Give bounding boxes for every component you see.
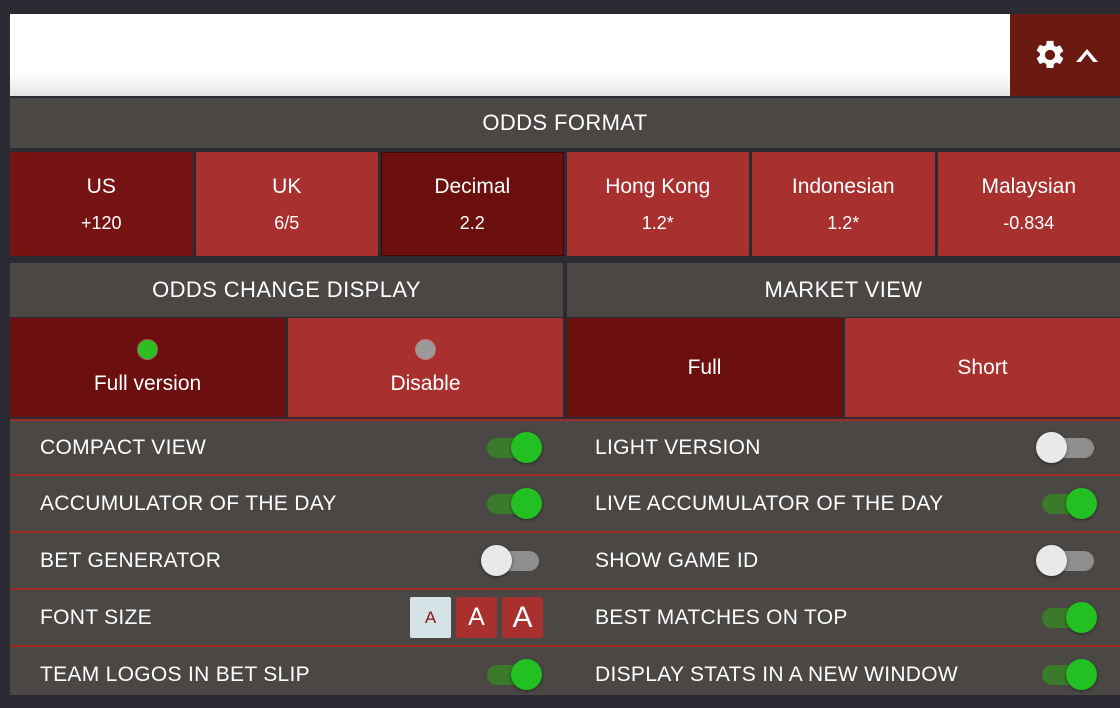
odds-change-option-label: Disable [390, 371, 461, 395]
toggle-knob [1066, 601, 1097, 633]
toggle-knob [1066, 487, 1097, 519]
odds-format-header: ODDS FORMAT [10, 98, 1120, 148]
toggle-accumulator-of-the-day[interactable] [483, 487, 543, 519]
market-view-option-label: Full [687, 355, 722, 379]
chevron-up-icon [1075, 48, 1098, 63]
odds-format-option-uk[interactable]: UK 6/5 [195, 152, 378, 256]
odds-format-option-name: Hong Kong [605, 174, 711, 198]
font-size-medium-button[interactable]: A [456, 597, 497, 638]
odds-format-option-value: 6/5 [274, 212, 300, 233]
odds-format-option-decimal[interactable]: Decimal 2.2 [381, 152, 564, 256]
odds-format-option-hong-kong[interactable]: Hong Kong 1.2* [566, 152, 749, 256]
toggle-knob [511, 658, 542, 690]
settings-panel: ODDS FORMAT US +120 UK 6/5 Decimal 2.2 H… [0, 0, 1120, 708]
toggle-knob [511, 431, 542, 463]
setting-label: LIVE ACCUMULATOR OF THE DAY [595, 491, 944, 515]
toggle-show-game-id[interactable] [1036, 544, 1098, 576]
odds-format-option-name: Decimal [434, 174, 511, 198]
odds-format-option-value: +120 [80, 212, 122, 233]
setting-font-size: FONT SIZE A A A [10, 590, 565, 645]
font-size-small-button[interactable]: A [410, 597, 451, 638]
odds-format-option-malaysian[interactable]: Malaysian -0.834 [937, 152, 1120, 256]
odds-format-option-value: 1.2* [641, 212, 674, 233]
odds-change-display-options: Full version Disable [10, 318, 563, 417]
secondary-options: Full version Disable Full Short [10, 318, 1120, 417]
odds-format-option-indonesian[interactable]: Indonesian 1.2* [752, 152, 935, 256]
top-bar [10, 14, 1120, 96]
odds-format-option-us[interactable]: US +120 [10, 152, 193, 256]
toggle-knob [1066, 658, 1097, 690]
setting-team-logos-in-bet-slip[interactable]: TEAM LOGOS IN BET SLIP [10, 647, 565, 695]
setting-show-game-id[interactable]: SHOW GAME ID [565, 533, 1120, 588]
toggle-knob [511, 487, 542, 519]
settings-row: ACCUMULATOR OF THE DAY LIVE ACCUMULATOR … [10, 476, 1120, 533]
odds-format-title: ODDS FORMAT [482, 110, 648, 135]
toggle-team-logos-in-bet-slip[interactable] [483, 658, 543, 690]
radio-off-icon [416, 339, 435, 359]
toggle-best-matches-on-top[interactable] [1038, 601, 1098, 633]
setting-label: LIGHT VERSION [595, 435, 761, 459]
secondary-headers: ODDS CHANGE DISPLAY MARKET VIEW [10, 263, 1120, 317]
odds-format-option-value: 2.2 [459, 212, 485, 233]
setting-display-stats-in-a-new-window[interactable]: DISPLAY STATS IN A NEW WINDOW [565, 647, 1120, 695]
settings-row: FONT SIZE A A A BEST MATCHES ON TOP [10, 590, 1120, 647]
setting-label: TEAM LOGOS IN BET SLIP [40, 662, 310, 686]
setting-label: COMPACT VIEW [40, 435, 207, 459]
odds-change-display-header: ODDS CHANGE DISPLAY [10, 263, 563, 317]
odds-change-option-disable[interactable]: Disable [288, 318, 563, 417]
toggle-display-stats-in-a-new-window[interactable] [1038, 658, 1098, 690]
market-view-option-short[interactable]: Short [845, 318, 1120, 417]
setting-label: BET GENERATOR [40, 548, 222, 572]
odds-format-option-name: Malaysian [981, 174, 1077, 198]
toggle-knob [1036, 544, 1067, 576]
setting-label: SHOW GAME ID [595, 548, 759, 572]
top-bar-content-area [10, 14, 1010, 96]
radio-on-icon [138, 339, 157, 359]
toggle-light-version[interactable] [1036, 431, 1098, 463]
setting-live-accumulator-of-the-day[interactable]: LIVE ACCUMULATOR OF THE DAY [565, 476, 1120, 531]
odds-format-option-value: 1.2* [827, 212, 860, 233]
market-view-option-label: Short [957, 355, 1008, 379]
toggle-compact-view[interactable] [483, 431, 543, 463]
settings-toggle-list: COMPACT VIEW LIGHT VERSION ACCUMULATOR O… [10, 419, 1120, 695]
toggle-live-accumulator-of-the-day[interactable] [1038, 487, 1098, 519]
setting-bet-generator[interactable]: BET GENERATOR [10, 533, 565, 588]
market-view-option-full[interactable]: Full [567, 318, 842, 417]
market-view-title: MARKET VIEW [764, 277, 923, 302]
setting-compact-view[interactable]: COMPACT VIEW [10, 421, 565, 474]
setting-light-version[interactable]: LIGHT VERSION [565, 421, 1120, 474]
setting-best-matches-on-top[interactable]: BEST MATCHES ON TOP [565, 590, 1120, 645]
odds-format-option-name: US [86, 174, 116, 198]
toggle-knob [1036, 431, 1067, 463]
gear-icon [1033, 38, 1067, 72]
market-view-options: Full Short [567, 318, 1120, 417]
setting-label: ACCUMULATOR OF THE DAY [40, 491, 337, 515]
font-size-large-button[interactable]: A [502, 597, 543, 638]
setting-label: FONT SIZE [40, 605, 152, 629]
odds-format-options: US +120 UK 6/5 Decimal 2.2 Hong Kong 1.2… [10, 152, 1120, 256]
settings-row: COMPACT VIEW LIGHT VERSION [10, 419, 1120, 476]
bottom-edge [0, 695, 1120, 708]
toggle-knob [481, 544, 512, 576]
odds-change-display-title: ODDS CHANGE DISPLAY [152, 277, 421, 302]
odds-change-option-full-version[interactable]: Full version [10, 318, 285, 417]
font-size-picker: A A A [410, 597, 543, 638]
odds-format-option-value: -0.834 [1003, 212, 1055, 233]
market-view-header: MARKET VIEW [567, 263, 1120, 317]
setting-label: DISPLAY STATS IN A NEW WINDOW [595, 662, 959, 686]
setting-accumulator-of-the-day[interactable]: ACCUMULATOR OF THE DAY [10, 476, 565, 531]
settings-gear-button[interactable] [1010, 14, 1120, 96]
odds-format-option-name: Indonesian [791, 174, 895, 198]
setting-label: BEST MATCHES ON TOP [595, 605, 848, 629]
odds-change-option-label: Full version [93, 371, 202, 395]
toggle-bet-generator[interactable] [481, 544, 543, 576]
odds-format-option-name: UK [272, 174, 302, 198]
settings-row: TEAM LOGOS IN BET SLIP DISPLAY STATS IN … [10, 647, 1120, 695]
settings-row: BET GENERATOR SHOW GAME ID [10, 533, 1120, 590]
